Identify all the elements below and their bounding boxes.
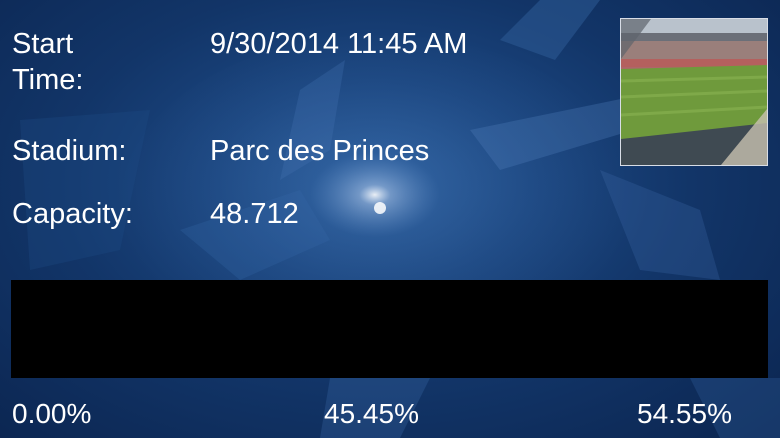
capacity-value: 48.712 — [210, 198, 299, 230]
stadium-image — [621, 19, 767, 165]
stadium-label: Stadium: — [12, 135, 127, 167]
start-time-label: Start Time: — [12, 28, 84, 96]
prediction-bar — [11, 280, 768, 378]
home-win-percentage: 0.00% — [12, 398, 92, 429]
stadium-value: Parc des Princes — [210, 135, 430, 167]
capacity-label: Capacity: — [12, 198, 133, 230]
away-win-percentage: 54.55% — [637, 398, 732, 429]
draw-percentage: 45.45% — [324, 398, 419, 429]
start-time-value: 9/30/2014 11:45 AM — [210, 28, 468, 60]
stadium-photo[interactable] — [620, 18, 768, 166]
